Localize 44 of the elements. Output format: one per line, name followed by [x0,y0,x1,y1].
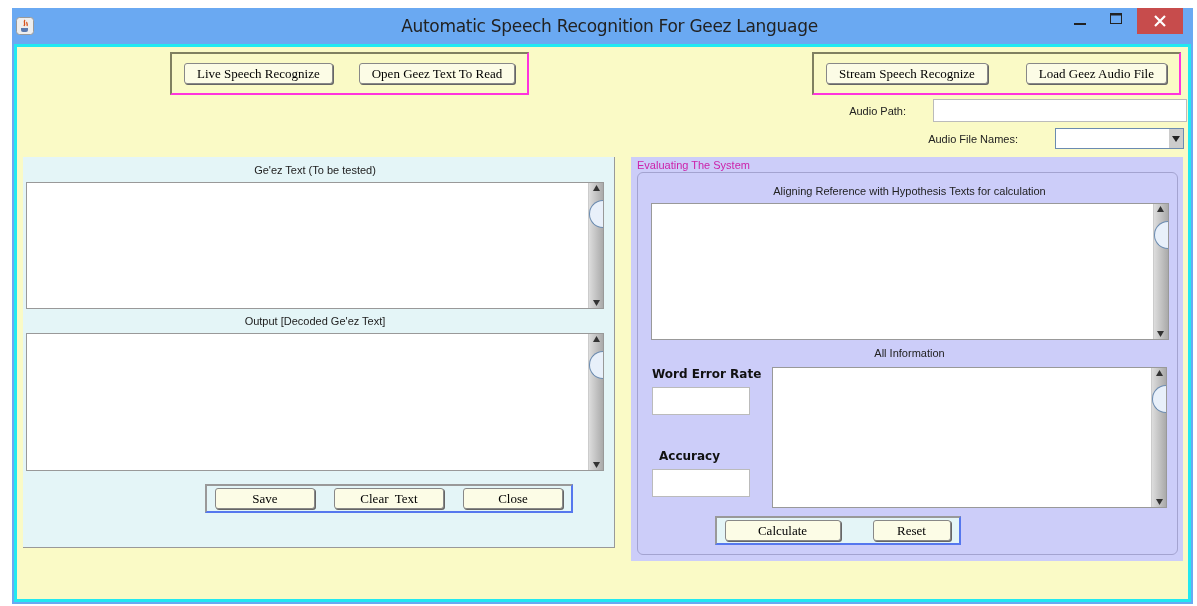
input-text-area[interactable] [26,182,604,309]
down-arrow-icon[interactable] [1157,331,1164,337]
output-text-label: Output [Decoded Ge'ez Text] [244,315,386,327]
app-icon [16,17,34,35]
close-icon [1154,15,1166,27]
action-button[interactable]: Save [215,488,315,509]
accuracy-label: Accuracy [659,449,720,463]
action-button[interactable]: Clear Text [334,488,444,509]
up-arrow-icon[interactable] [592,336,600,342]
scrollbar[interactable] [1152,204,1168,339]
down-arrow-icon[interactable] [1155,499,1163,505]
down-arrow-icon[interactable] [592,300,600,306]
evaluation-title: Evaluating The System [637,159,751,171]
audio-path-label: Audio Path: [849,104,906,117]
scrollbar[interactable] [1151,368,1166,507]
toolbar-button[interactable]: Stream Speech Recognize [826,63,988,84]
audio-file-names-label: Audio File Names: [928,132,1018,145]
info-label: All Information [874,347,945,359]
scrollbar-thumb[interactable] [589,200,603,228]
word-error-rate-label: Word Error Rate [652,367,762,381]
scrollbar-thumb[interactable] [589,351,603,379]
scrollbar[interactable] [588,334,603,470]
toolbar-button[interactable]: Load Geez Audio File [1025,63,1167,84]
input-text-label: Ge'ez Text (To be tested) [254,164,376,176]
up-arrow-icon[interactable] [1157,206,1164,212]
scrollbar-thumb[interactable] [1153,221,1168,249]
close-button[interactable] [1137,8,1183,34]
action-button[interactable]: Reset [872,520,951,541]
action-button[interactable]: Calculate [724,520,841,541]
scrollbar-thumb[interactable] [1152,385,1166,413]
minimize-icon [1074,23,1086,25]
window-title: Automatic Speech Recognition For Geez Language [400,16,819,36]
action-button[interactable]: Close [463,488,563,509]
word-error-rate-field[interactable] [652,387,750,415]
scrollbar[interactable] [588,183,603,308]
audio-path-field[interactable] [933,99,1187,122]
up-arrow-icon[interactable] [1155,370,1163,376]
maximize-icon [1109,12,1123,26]
toolbar-button[interactable]: Open Geez Text To Read [358,63,516,84]
down-arrow-icon[interactable] [592,462,600,468]
alignment-label: Aligning Reference with Hypothesis Texts for calculation [773,185,1046,197]
up-arrow-icon[interactable] [592,185,600,191]
toolbar-button[interactable]: Live Speech Recognize [184,63,333,84]
accuracy-field[interactable] [652,469,750,497]
